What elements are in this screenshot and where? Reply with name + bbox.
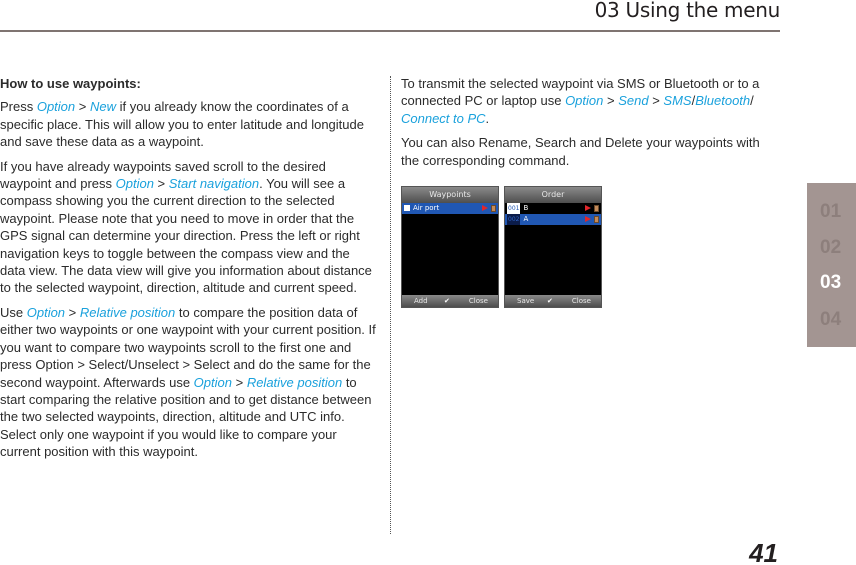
softkey-right: Close (468, 297, 488, 305)
header-rule (0, 30, 780, 32)
menu-ref-send: Send (618, 93, 649, 109)
page-number: 41 (749, 538, 778, 565)
text: > (603, 93, 619, 109)
text: > (153, 176, 169, 192)
text: Press (0, 99, 37, 115)
left-column: How to use waypoints: Press Option > New… (0, 75, 376, 468)
text: > (231, 374, 247, 390)
chapter-04[interactable]: 04 (820, 309, 841, 331)
flag-icon (585, 216, 591, 222)
softkey-bar: Save ✔ Close (505, 295, 601, 307)
waypoints-screen: Waypoints Air port Add ✔ Close (401, 186, 499, 308)
text: > (75, 99, 90, 115)
page-header-title: 03 Using the menu (594, 0, 781, 22)
chapter-03-active[interactable]: 03 (820, 272, 841, 294)
paragraph-start-navigation: If you have already waypoints saved scro… (0, 158, 376, 297)
softkey-left: Save (517, 297, 535, 305)
paragraph-new-waypoint: Press Option > New if you already know t… (0, 98, 376, 150)
text: / (750, 93, 754, 109)
list-item: 002 A (505, 214, 601, 225)
chapter-tab: 01 02 03 04 (807, 183, 856, 347)
list-item: Air port (402, 203, 498, 214)
list-item: 001 B (505, 203, 601, 214)
softkey-right: Close (571, 297, 591, 305)
chapter-02[interactable]: 02 (820, 237, 841, 259)
waypoint-label: A (523, 215, 529, 223)
text: > (648, 93, 664, 109)
memo-icon (491, 205, 496, 212)
text: . (485, 110, 490, 126)
flag-icon (585, 205, 591, 211)
section-heading: How to use waypoints: (0, 76, 141, 91)
check-icon: ✔ (547, 297, 553, 305)
flag-icon (482, 205, 488, 211)
memo-icon (594, 216, 599, 223)
check-icon: ✔ (444, 297, 450, 305)
order-screen: Order 001 B 002 A Save ✔ Close (504, 186, 602, 308)
menu-ref-new: New (89, 99, 116, 115)
text: . You will see a compass showing you the… (0, 176, 372, 296)
menu-ref-option: Option (26, 304, 66, 320)
screen-title: Order (505, 187, 601, 203)
menu-ref-relative-position: Relative position (246, 374, 343, 390)
menu-ref-connect-to-pc: Connect to PC (401, 110, 486, 126)
text: > (65, 304, 80, 320)
column-divider (390, 76, 391, 534)
checkbox-icon (404, 205, 410, 211)
menu-ref-sms: SMS (663, 93, 692, 109)
menu-ref-option: Option (36, 99, 76, 115)
menu-ref-option: Option (115, 176, 154, 192)
menu-ref-option: Option (565, 93, 604, 109)
order-number: 001 (507, 203, 521, 214)
paragraph-send: To transmit the selected waypoint via SM… (401, 75, 777, 127)
order-number: 002 (507, 214, 521, 225)
text: Use (0, 304, 27, 320)
menu-ref-start-navigation: Start navigation (168, 176, 260, 192)
menu-ref-bluetooth: Bluetooth (695, 93, 751, 109)
menu-ref-relative-position: Relative position (79, 304, 176, 320)
menu-ref-option: Option (193, 374, 232, 390)
waypoint-label: B (523, 204, 529, 212)
paragraph-relative-position: Use Option > Relative position to compar… (0, 304, 376, 461)
waypoint-label: Air port (413, 204, 440, 212)
screen-title: Waypoints (402, 187, 498, 203)
softkey-left: Add (414, 297, 428, 305)
softkey-bar: Add ✔ Close (402, 295, 498, 307)
right-column: To transmit the selected waypoint via SM… (401, 75, 777, 176)
memo-icon (594, 205, 599, 212)
paragraph-rename-search-delete: You can also Rename, Search and Delete y… (401, 135, 760, 168)
chapter-01[interactable]: 01 (820, 201, 841, 223)
